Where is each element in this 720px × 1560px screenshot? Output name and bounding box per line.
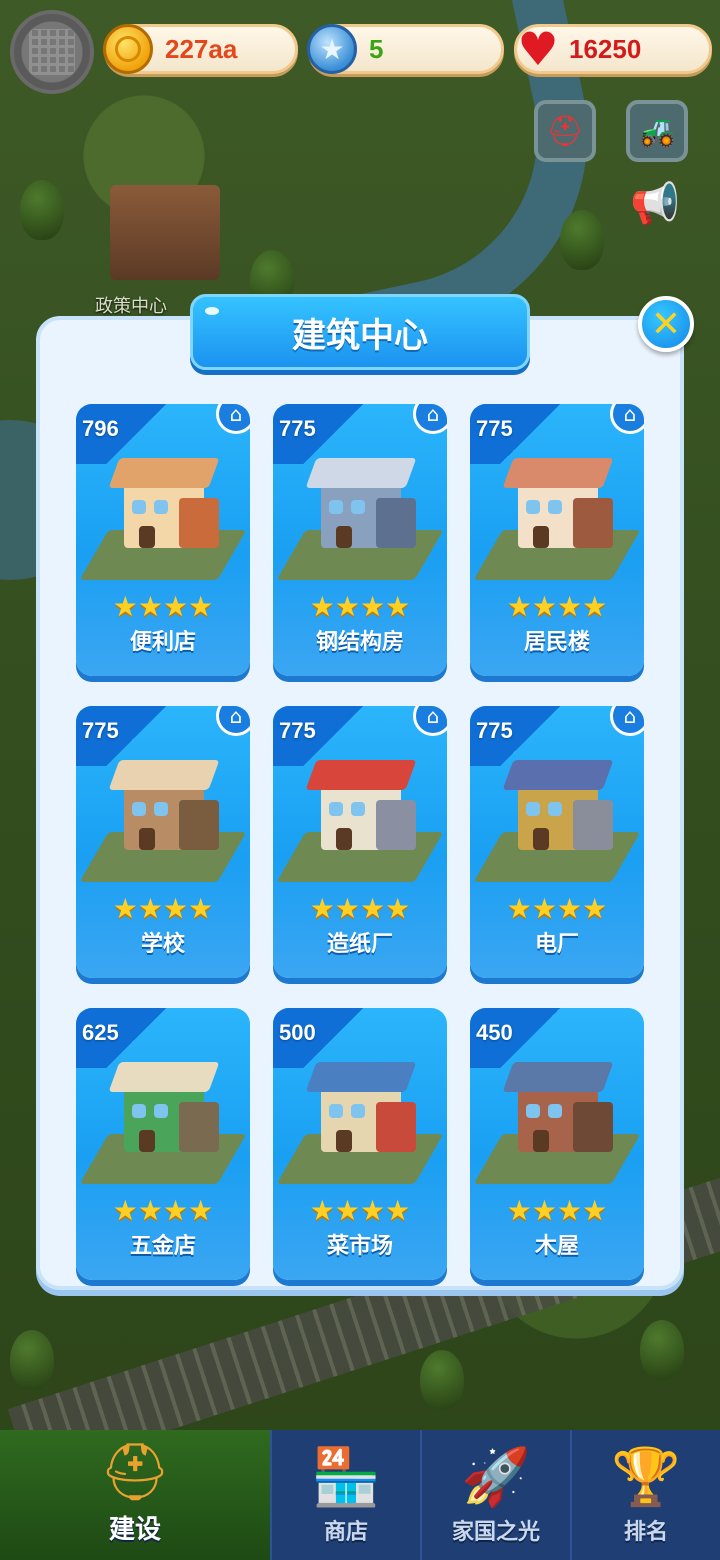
building-name: 造纸厂	[326, 932, 393, 957]
rating-stars: ★★★★	[112, 590, 214, 623]
building-card-hardware-store[interactable]: 625 ★★★★ 五金店	[76, 1008, 250, 1280]
coin-icon	[103, 24, 153, 74]
ranking-icon: 🏆	[611, 1445, 681, 1510]
rocket-icon: 🚀	[461, 1445, 531, 1510]
wooden-house-illustration	[473, 1042, 641, 1192]
building-name: 居民楼	[523, 630, 590, 655]
home-icon[interactable]: ⌂	[610, 706, 644, 736]
star-icon: ★	[307, 24, 357, 74]
star-counter[interactable]: ★ 5	[307, 24, 504, 74]
convenience-store-illustration	[79, 438, 247, 588]
rating-stars: ★★★★	[506, 590, 608, 623]
tree	[560, 210, 604, 270]
modal-title: 建筑中心	[190, 294, 530, 370]
building-name: 电厂	[534, 932, 579, 957]
building-card-paper-mill[interactable]: 775 ⌂ ★★★★ 造纸厂	[273, 706, 447, 978]
robot-button[interactable]: ⛑	[534, 100, 596, 162]
nav-build[interactable]: ⛑ 建设	[0, 1430, 270, 1560]
home-icon[interactable]: ⌂	[413, 404, 447, 434]
tree	[640, 1320, 684, 1380]
tractor-button[interactable]: 🚜	[626, 100, 688, 162]
tree	[20, 180, 64, 240]
close-button[interactable]: ✕	[638, 296, 694, 352]
avatar-pattern-icon	[29, 29, 75, 75]
rating-stars: ★★★★	[309, 590, 411, 623]
building-name: 钢结构房	[315, 630, 404, 655]
building-card-school[interactable]: 775 ⌂ ★★★★ 学校	[76, 706, 250, 978]
home-icon[interactable]: ⌂	[413, 706, 447, 736]
home-icon[interactable]: ⌂	[216, 706, 250, 736]
steel-house-illustration	[276, 438, 444, 588]
policy-center-label: 政策中心	[95, 296, 167, 317]
home-icon[interactable]: ⌂	[216, 404, 250, 434]
rating-stars: ★★★★	[112, 1194, 214, 1227]
speaker-icon: 📢	[630, 181, 680, 227]
coin-counter[interactable]: 227aa	[103, 24, 298, 74]
player-avatar[interactable]	[10, 10, 94, 94]
rating-stars: ★★★★	[309, 1194, 411, 1227]
nav-label: 商店	[323, 1520, 368, 1545]
nav-national-glory[interactable]: 🚀 家国之光	[420, 1430, 570, 1560]
building-name: 木屋	[534, 1234, 579, 1259]
residential-building-illustration	[473, 438, 641, 588]
rating-stars: ★★★★	[112, 892, 214, 925]
hard-hat-icon: ⛑	[99, 1440, 171, 1505]
building-name: 菜市场	[326, 1234, 393, 1259]
home-icon[interactable]: ⌂	[610, 404, 644, 434]
building-card-convenience-store[interactable]: 796 ⌂ ★★★★ 便利店	[76, 404, 250, 676]
shop-icon: 🏪	[311, 1445, 381, 1510]
building-card-power-plant[interactable]: 775 ⌂ ★★★★ 电厂	[470, 706, 644, 978]
building-name: 便利店	[129, 630, 196, 655]
tractor-icon: 🚜	[638, 113, 676, 149]
building-card-vegetable-market[interactable]: 500 ★★★★ 菜市场	[273, 1008, 447, 1280]
close-icon: ✕	[650, 303, 682, 345]
nav-label: 排名	[623, 1520, 668, 1545]
building-card-steel-house[interactable]: 775 ⌂ ★★★★ 钢结构房	[273, 404, 447, 676]
speaker-button[interactable]: 📢	[630, 180, 690, 236]
vegetable-market-illustration	[276, 1042, 444, 1192]
rating-stars: ★★★★	[506, 1194, 608, 1227]
building-card-residential-building[interactable]: 775 ⌂ ★★★★ 居民楼	[470, 404, 644, 676]
building-name: 学校	[140, 932, 185, 957]
policy-center-building[interactable]	[110, 185, 220, 280]
paper-mill-illustration	[276, 740, 444, 890]
tree	[10, 1330, 54, 1390]
robot-icon: ⛑	[545, 113, 585, 149]
power-plant-illustration	[473, 740, 641, 890]
coin-value: 227aa	[165, 33, 238, 64]
heart-icon: ♥	[517, 22, 559, 76]
nav-ranking[interactable]: 🏆 排名	[570, 1430, 720, 1560]
building-card-wooden-house[interactable]: 450 ★★★★ 木屋	[470, 1008, 644, 1280]
nav-label: 建设	[108, 1515, 161, 1545]
school-illustration	[79, 740, 247, 890]
hardware-store-illustration	[79, 1042, 247, 1192]
heart-value: 16250	[569, 33, 642, 64]
tree	[420, 1350, 464, 1410]
nav-label: 家国之光	[451, 1520, 540, 1545]
building-name: 五金店	[129, 1234, 196, 1259]
rating-stars: ★★★★	[309, 892, 411, 925]
star-value: 5	[369, 33, 384, 64]
rating-stars: ★★★★	[506, 892, 608, 925]
bottom-nav: ⛑ 建设 🏪 商店 🚀 家国之光 🏆 排名	[0, 1430, 720, 1560]
nav-shop[interactable]: 🏪 商店	[270, 1430, 420, 1560]
heart-counter[interactable]: ♥ 16250	[514, 22, 712, 76]
